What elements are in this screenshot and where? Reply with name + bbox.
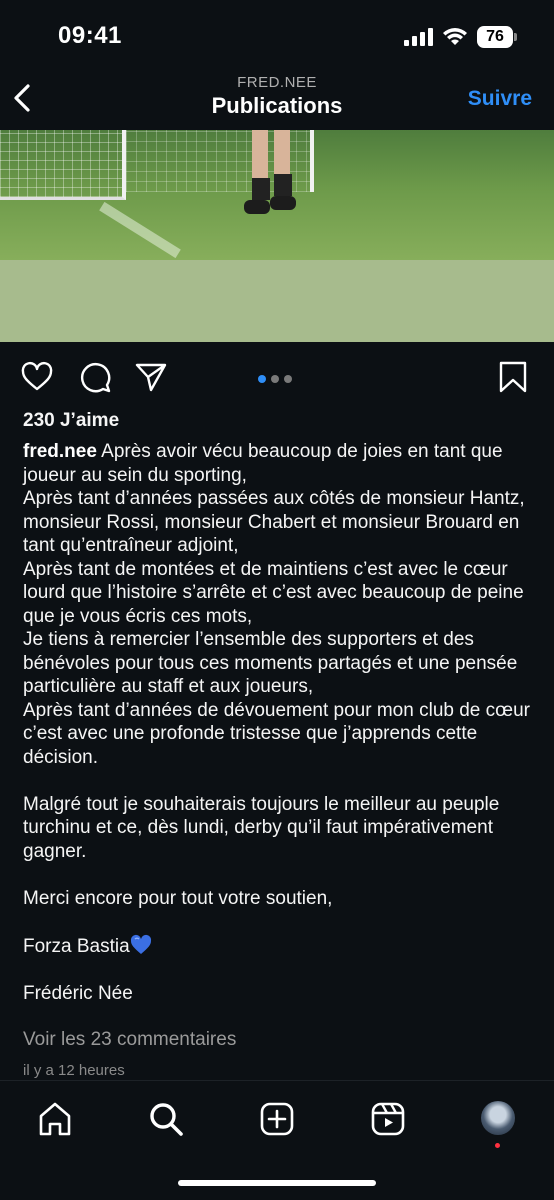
post-photo-lower — [0, 260, 554, 342]
blue-heart-icon — [130, 934, 151, 954]
bookmark-icon[interactable] — [496, 360, 530, 394]
caption-line: Merci encore pour tout votre soutien, — [23, 887, 333, 909]
header: FRED.NEE Publications Suivre — [0, 70, 554, 130]
post-image[interactable] — [0, 130, 554, 342]
create-icon[interactable] — [259, 1101, 295, 1137]
caption-line: Après tant d’années passées aux côtés de… — [23, 488, 525, 556]
caption-line: fred.nee Après avoir vécu beaucoup de jo… — [23, 441, 503, 486]
comment-icon[interactable] — [78, 360, 112, 394]
caption-line: Après tant d’années de dévouement pour m… — [23, 699, 530, 768]
battery-icon: 76 — [477, 26, 517, 48]
notification-dot — [495, 1143, 500, 1148]
carousel-dot — [284, 375, 292, 383]
profile-avatar[interactable] — [481, 1101, 515, 1135]
caption-line: Frédéric Née — [23, 982, 133, 1004]
carousel-indicator — [258, 370, 297, 383]
caption-line: Je tiens à remercier l’ensemble des supp… — [23, 629, 518, 697]
share-icon[interactable] — [134, 360, 168, 394]
search-icon[interactable] — [148, 1101, 184, 1137]
status-time: 09:41 — [58, 22, 122, 49]
heart-icon[interactable] — [20, 360, 54, 394]
battery-level: 76 — [477, 26, 513, 48]
likes-count[interactable]: 230 J’aime — [23, 410, 119, 432]
home-icon[interactable] — [37, 1101, 73, 1137]
caption-line: Après tant de montées et de maintiens c’… — [23, 558, 524, 627]
post-caption: fred.nee Après avoir vécu beaucoup de jo… — [23, 440, 538, 1005]
wifi-icon — [443, 28, 467, 45]
carousel-dot — [271, 375, 279, 383]
post-actions — [0, 352, 554, 400]
caption-line: Malgré tout je souhaiterais toujours le … — [23, 793, 500, 862]
status-bar: 09:41 76 — [0, 0, 554, 70]
caption-username[interactable]: fred.nee — [23, 441, 97, 462]
post-photo — [0, 130, 554, 260]
carousel-dot-active — [258, 375, 266, 383]
follow-button[interactable]: Suivre — [468, 87, 532, 111]
post-timestamp: il y a 12 heures — [23, 1062, 125, 1079]
home-indicator[interactable] — [178, 1180, 376, 1186]
cellular-signal-icon — [404, 28, 433, 46]
caption-line: Forza Bastia — [23, 934, 538, 959]
reels-icon[interactable] — [370, 1101, 406, 1137]
view-comments-link[interactable]: Voir les 23 commentaires — [23, 1029, 236, 1051]
